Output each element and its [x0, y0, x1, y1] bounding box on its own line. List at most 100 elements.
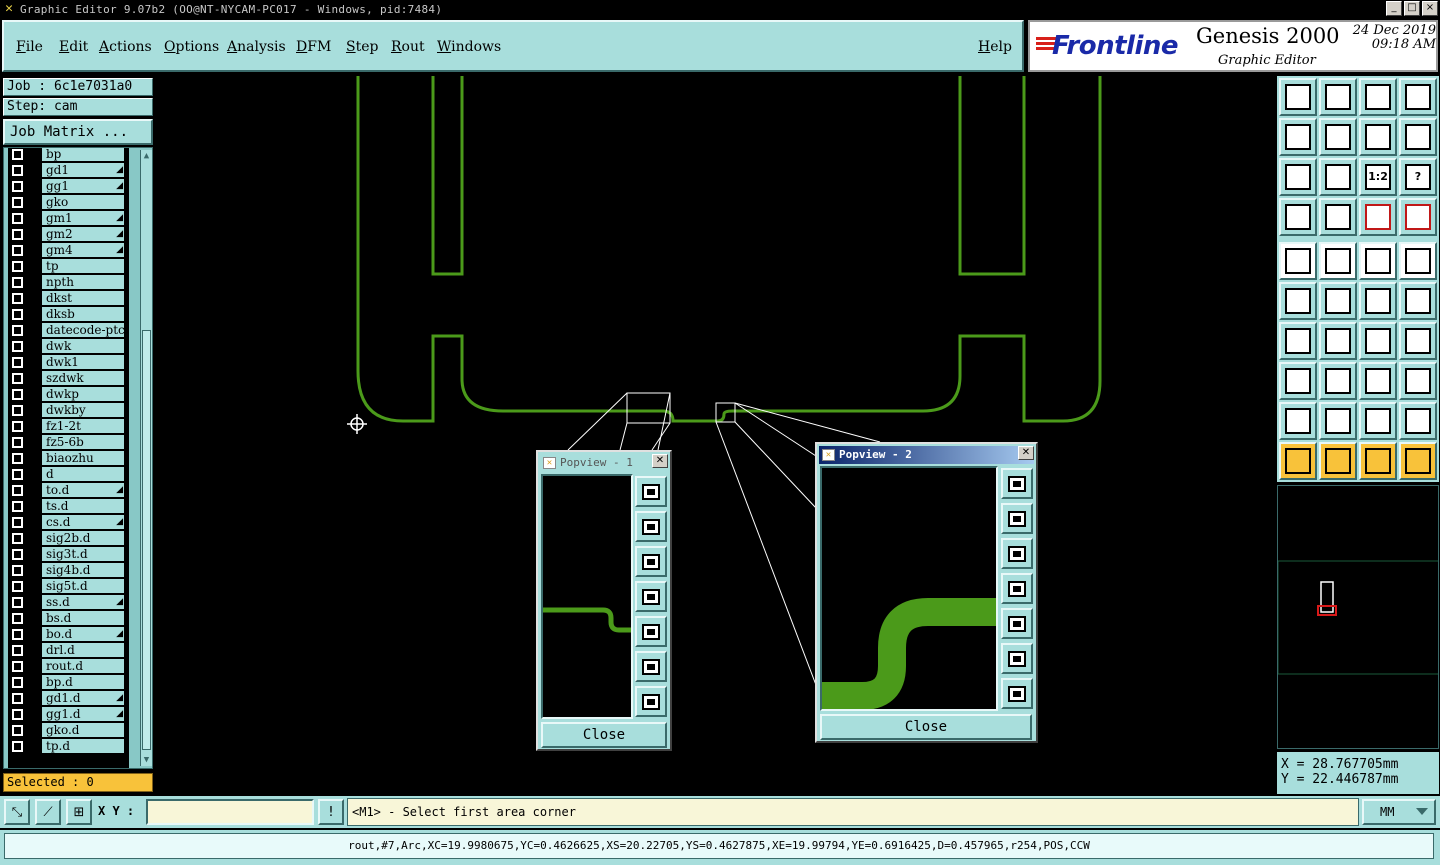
layer-name[interactable]: ts.d	[42, 499, 124, 513]
menu-dfm[interactable]: DFM	[296, 39, 331, 55]
layer-row[interactable]: gko	[8, 194, 129, 210]
layer-row[interactable]: sig3t.d	[8, 546, 129, 562]
layer-checkbox[interactable]	[12, 293, 23, 304]
popview-1-zoom-icon[interactable]	[635, 476, 667, 507]
triangle-4-button[interactable]	[1399, 402, 1437, 440]
layer-name[interactable]: gm1 ◢	[42, 211, 124, 225]
layer-name[interactable]: gg1 ◢	[42, 179, 124, 193]
popview-2-right-icon[interactable]	[1001, 608, 1033, 639]
minus-button[interactable]	[1319, 362, 1357, 400]
layer-checkbox[interactable]	[12, 389, 23, 400]
layer-checkbox[interactable]	[12, 149, 23, 160]
layer-row[interactable]: tp	[8, 258, 129, 274]
layer-name[interactable]: cs.d ◢	[42, 515, 124, 529]
overview-map[interactable]	[1277, 485, 1439, 749]
arc-button[interactable]	[1359, 322, 1397, 360]
path-button[interactable]	[1399, 442, 1437, 480]
minimize-button[interactable]: _	[1386, 1, 1402, 16]
layer-checkbox[interactable]	[12, 549, 23, 560]
layer-name[interactable]: ss.d ◢	[42, 595, 124, 609]
layer-row[interactable]: drl.d	[8, 642, 129, 658]
popview-1-right-icon[interactable]	[635, 616, 667, 647]
layer-scrollbar[interactable]: ▲ ▼	[140, 150, 152, 766]
popview-2-close-icon[interactable]: ✕	[1018, 446, 1034, 460]
pan-right-button[interactable]	[1319, 118, 1357, 156]
layer-row[interactable]: bs.d	[8, 610, 129, 626]
cross-button[interactable]	[1319, 282, 1357, 320]
menu-file[interactable]: File	[16, 39, 43, 55]
layer-name[interactable]: npth	[42, 275, 124, 289]
layer-name[interactable]: datecode-ptc	[42, 323, 124, 337]
maximize-button[interactable]: □	[1404, 1, 1420, 16]
layer-checkbox[interactable]	[12, 261, 23, 272]
scroll-up-icon[interactable]: ▲	[141, 150, 152, 162]
layer-checkbox[interactable]	[12, 581, 23, 592]
zoom-fit-button[interactable]	[1319, 78, 1357, 116]
layer-row[interactable]: bo.d ◢	[8, 626, 129, 642]
popview-2-zoom-out-icon[interactable]	[1001, 643, 1033, 674]
layer-name[interactable]: bs.d	[42, 611, 124, 625]
layer-checkbox[interactable]	[12, 165, 23, 176]
popview-1-zoom-out-icon[interactable]	[635, 651, 667, 682]
layer-name[interactable]: dwkp	[42, 387, 124, 401]
layer-checkbox[interactable]	[12, 277, 23, 288]
layer-row[interactable]: dkst	[8, 290, 129, 306]
text-button[interactable]	[1399, 322, 1437, 360]
scale-1-2-button[interactable]: 1:2	[1359, 158, 1397, 196]
help-button[interactable]: ?	[1399, 158, 1437, 196]
popview-2-view[interactable]	[820, 466, 998, 711]
graphic-canvas[interactable]	[158, 76, 1274, 794]
layer-row[interactable]: bp	[8, 148, 129, 162]
layer-checkbox[interactable]	[12, 677, 23, 688]
popview-2-left-icon[interactable]	[1001, 573, 1033, 604]
layer-name[interactable]: gm4 ◢	[42, 243, 124, 257]
layer-checkbox[interactable]	[12, 469, 23, 480]
zoom-in-button[interactable]	[1319, 158, 1357, 196]
layer-name[interactable]: szdwk	[42, 371, 124, 385]
layer-row[interactable]: dksb	[8, 306, 129, 322]
layer-row[interactable]: gm4 ◢	[8, 242, 129, 258]
layer-row[interactable]: npth	[8, 274, 129, 290]
layer-checkbox[interactable]	[12, 245, 23, 256]
layer-checkbox[interactable]	[12, 693, 23, 704]
layer-row[interactable]: gd1.d ◢	[8, 690, 129, 706]
layer-row[interactable]: biaozhu	[8, 450, 129, 466]
popview-2-window[interactable]: ✕ Popview - 2 ✕ Close	[815, 442, 1038, 743]
layer-name[interactable]: gko.d	[42, 723, 124, 737]
menu-help[interactable]: Help	[978, 39, 1012, 55]
layer-checkbox[interactable]	[12, 405, 23, 416]
ruler-2-button[interactable]	[1359, 362, 1397, 400]
layer-row[interactable]: bp.d	[8, 674, 129, 690]
layer-row[interactable]: gg1 ◢	[8, 178, 129, 194]
layer-toggle-2-button[interactable]	[1399, 198, 1437, 236]
draw-line-button[interactable]	[1319, 322, 1357, 360]
popview-2-zoom-in-icon[interactable]	[1001, 678, 1033, 709]
layer-name[interactable]: gm2 ◢	[42, 227, 124, 241]
layer-name[interactable]: to.d ◢	[42, 483, 124, 497]
layer-checkbox[interactable]	[12, 501, 23, 512]
popview-1-close-icon[interactable]: ✕	[652, 454, 668, 468]
triangle-2-button[interactable]	[1319, 402, 1357, 440]
popview-1-view[interactable]	[541, 474, 633, 719]
layer-name[interactable]: dkst	[42, 291, 124, 305]
measure-area-icon[interactable]: ⟋	[35, 799, 61, 825]
layer-row[interactable]: dwk	[8, 338, 129, 354]
menu-rout[interactable]: Rout	[391, 39, 425, 55]
layer-checkbox[interactable]	[12, 645, 23, 656]
pad-button[interactable]	[1399, 242, 1437, 280]
layer-checkbox[interactable]	[12, 341, 23, 352]
layer-name[interactable]: gd1 ◢	[42, 163, 124, 177]
layer-checkbox[interactable]	[12, 485, 23, 496]
layer-row[interactable]: szdwk	[8, 370, 129, 386]
menu-edit[interactable]: Edit	[59, 39, 88, 55]
triangle-button[interactable]	[1279, 402, 1317, 440]
layer-checkbox[interactable]	[12, 181, 23, 192]
layer-row[interactable]: datecode-ptc	[8, 322, 129, 338]
popview-2-down-icon[interactable]	[1001, 538, 1033, 569]
triangle-3-button[interactable]	[1359, 402, 1397, 440]
scroll-thumb[interactable]	[142, 330, 151, 750]
snap-button[interactable]	[1319, 198, 1357, 236]
popview-2-up-icon[interactable]	[1001, 503, 1033, 534]
layer-name[interactable]: fz5-6b	[42, 435, 124, 449]
layer-name[interactable]: tp	[42, 259, 124, 273]
